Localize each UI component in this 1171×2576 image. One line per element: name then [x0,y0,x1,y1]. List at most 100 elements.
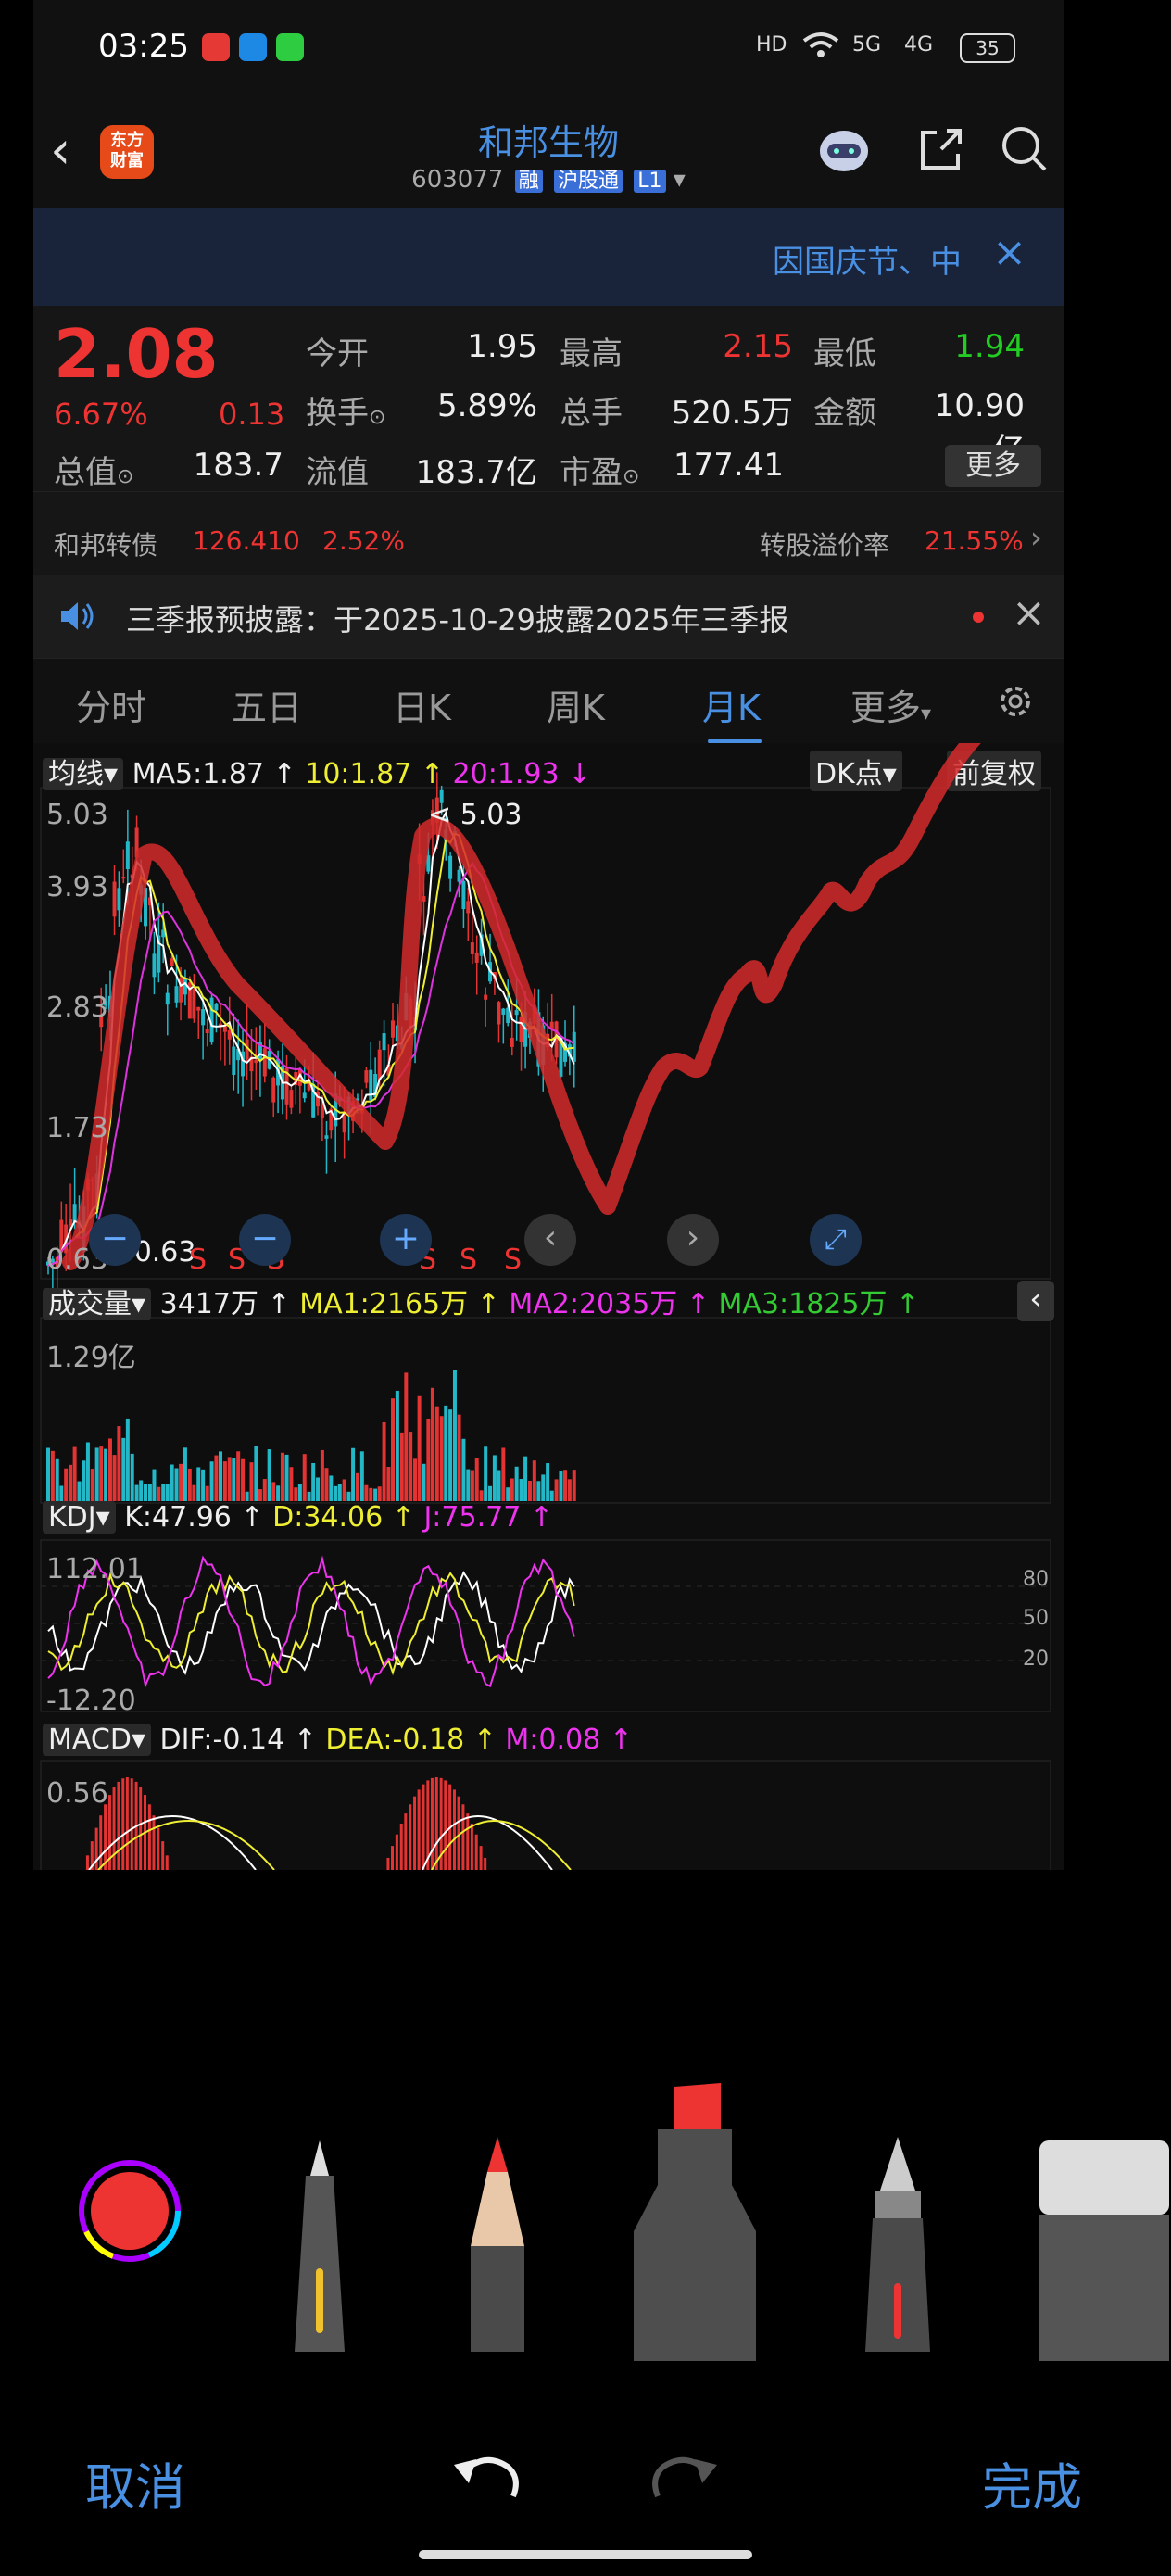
volume-bar [572,1470,576,1501]
volume-bar [523,1456,528,1501]
collapse-panel-icon[interactable]: ‹ [1017,1281,1054,1321]
macd-bar [104,1804,107,1870]
candle-body [117,888,121,911]
kdj-level-80: 80 [1023,1568,1049,1591]
gear-icon[interactable] [993,679,1038,724]
wifi-icon [802,32,839,57]
volume-bar [59,1485,64,1501]
info-icon[interactable]: ⊙ [369,406,385,429]
volume-bar [249,1462,254,1501]
scroll-right-icon[interactable]: › [667,1214,719,1266]
candle-body [254,1059,258,1064]
robot-assistant-icon[interactable] [816,121,872,177]
macd-bar [121,1778,125,1870]
tab-monthly-k[interactable]: 月K [702,679,761,730]
pe-value: 177.41 [674,447,784,484]
chart-panel-border [40,1317,1051,1504]
zoom-out-icon[interactable]: − [89,1214,141,1266]
volume-bar [196,1467,201,1501]
more-button[interactable]: 更多 [945,445,1041,487]
zoom-in-icon[interactable]: + [380,1214,432,1266]
holiday-notice-bar[interactable]: 因国庆节、中 × [33,208,1064,306]
volume-bar [174,1468,179,1501]
macd-bar [399,1824,403,1870]
volume-bar [439,1416,444,1501]
tab-more[interactable]: 更多▾ [850,679,931,730]
redo-icon[interactable] [648,2446,723,2502]
search-icon[interactable] [997,121,1052,177]
volume-bar [236,1451,241,1501]
candle-body [201,1009,206,1026]
volume-value: 520.5万 [671,395,793,432]
kdj-j: J:75.77 [423,1501,522,1534]
marker-icon[interactable] [630,2083,760,2361]
macd-bar [139,1787,143,1870]
candle-body [227,1029,232,1040]
chart-panel-border [40,1539,1051,1712]
macd-bar [147,1804,151,1870]
done-button[interactable]: 完成 [982,2446,1082,2519]
candle-body [302,1092,307,1099]
candle-body [112,881,117,917]
stock-code-line[interactable]: 603077 融 沪股通 L1 ▾ [33,164,1064,194]
candle-body [165,992,170,1005]
undo-icon[interactable] [448,2446,523,2502]
volume-legend: 成交量▾ 3417万 ↑ MA1:2165万 ↑ MA2:2035万 ↑ MA3… [43,1281,919,1321]
close-icon[interactable]: × [1012,589,1046,637]
volume-bar [294,1487,298,1501]
kdj-dropdown[interactable]: KDJ▾ [43,1501,116,1534]
volume-bar [567,1479,572,1501]
zoom-out-icon[interactable]: − [239,1214,291,1266]
volume-bar [209,1461,214,1501]
y-tick-1: 5.03 [46,799,108,831]
volume-bar [351,1447,356,1501]
volume-bar [434,1406,439,1501]
candle-body [69,1219,73,1226]
share-icon[interactable] [913,121,969,177]
macd-bar [422,1784,425,1870]
scroll-left-icon[interactable]: ‹ [524,1214,576,1266]
tab-five-day[interactable]: 五日 [232,679,302,730]
level-tag: L1 [634,170,666,193]
volume-bar [311,1462,316,1501]
macd-bar [165,1855,169,1870]
announcement-bar[interactable]: 三季报预披露：于2025-10-29披露2025年三季报 × [33,575,1064,658]
macd-dea-line [431,1820,572,1870]
info-icon[interactable]: ⊙ [117,465,133,488]
macd-dropdown[interactable]: MACD▾ [43,1724,151,1756]
volume-bar [316,1477,321,1501]
y-tick-4: 1.73 [46,1112,108,1144]
cancel-button[interactable]: 取消 [85,2446,185,2519]
stock-header: ‹ 东方 财富 和邦生物 603077 融 沪股通 L1 ▾ [33,97,1064,208]
tab-weekly-k[interactable]: 周K [547,679,605,730]
candle-body [364,1070,369,1083]
volume-bar [382,1421,386,1501]
volume-bar [134,1484,139,1501]
info-icon[interactable]: ⊙ [623,465,639,488]
macd-bar [484,1857,487,1870]
fountain-pen-icon[interactable] [856,2135,939,2361]
close-icon[interactable]: × [992,229,1026,276]
ballpoint-pen-icon[interactable] [278,2139,361,2361]
fullscreen-icon[interactable]: ⤢ [810,1214,862,1266]
color-picker-button[interactable] [78,2159,182,2263]
volume-max-tick: 1.29亿 [46,1342,136,1374]
volume-bar [563,1470,568,1501]
volume-bar [346,1491,351,1501]
y-tick-2: 3.93 [46,871,108,903]
volume-bar [466,1469,471,1501]
volume-ma1: MA1:2165万 [299,1288,469,1320]
volume-label: 总手 [560,395,623,432]
volume-bar [409,1432,413,1501]
volume-bar [373,1488,378,1501]
pencil-icon[interactable] [456,2135,539,2361]
tab-daily-k[interactable]: 日K [393,679,451,730]
eraser-icon[interactable] [1036,2139,1171,2361]
tab-intraday[interactable]: 分时 [76,679,146,730]
volume-bar [46,1447,50,1501]
volume-bar [488,1485,493,1501]
macd-bar [479,1846,483,1870]
chart-area[interactable]: 均线▾ MA5:1.87 ↑ 10:1.87 ↑ 20:1.93 ↓ DK点▾ … [33,743,1064,1870]
volume-indicator-dropdown[interactable]: 成交量▾ [43,1288,152,1320]
macd-bar [470,1824,473,1870]
